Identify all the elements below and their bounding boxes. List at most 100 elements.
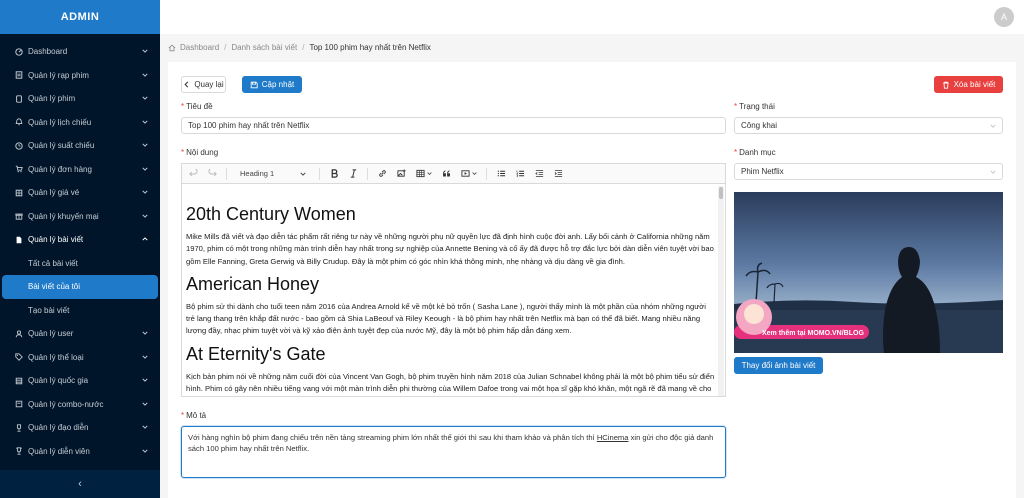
post-edit-card: Quay lại Cập nhật Xóa bài viết * Tiêu đề … (168, 62, 1016, 498)
sidebar-item-label: Quản lý combo-nước (28, 399, 104, 409)
category-label: * Danh mục (734, 148, 776, 157)
numbered-list-icon[interactable] (515, 169, 525, 179)
chevron-left-icon (184, 81, 189, 88)
indent-icon[interactable] (553, 169, 563, 179)
cinema-icon (15, 71, 23, 79)
toolbar-divider (319, 167, 320, 180)
sidebar-item-showtimes[interactable]: Quản lý suất chiếu (0, 134, 160, 158)
dashboard-icon (15, 48, 23, 56)
sidebar-item-actors[interactable]: Quản lý diễn viên (0, 440, 160, 464)
breadcrumb: Dashboard / Danh sách bài viết / Top 100… (168, 43, 431, 52)
sidebar-subitem-my-posts[interactable]: Bài viết của tôi (2, 275, 158, 299)
table-icon[interactable] (415, 169, 425, 179)
bold-icon[interactable] (329, 169, 339, 179)
sidebar-item-label: Quản lý giá vé (28, 188, 80, 198)
editor-toolbar: Heading 1 (182, 164, 725, 184)
description-brand: HCinema (596, 433, 629, 442)
sidebar-item-label: Quản lý rạp phim (28, 70, 89, 80)
sidebar-item-prices[interactable]: Quản lý giá vé (0, 181, 160, 205)
description-label: * Mô tả (181, 411, 207, 420)
sidebar-collapse-button[interactable]: ‹ (0, 470, 160, 498)
breadcrumb-separator: / (302, 43, 305, 52)
sidebar-item-combos[interactable]: Quản lý combo-nước (0, 393, 160, 417)
chevron-down-icon[interactable] (427, 171, 432, 176)
sidebar-menu: Dashboard Quản lý rạp phim Quản lý phim … (0, 34, 160, 463)
scrollbar-thumb[interactable] (719, 187, 723, 199)
chevron-down-icon (142, 355, 148, 359)
redo-icon[interactable] (207, 169, 217, 179)
description-text: Với hàng nghìn bộ phim đang chiếu trên n… (188, 433, 597, 442)
update-button-label: Cập nhật (261, 80, 295, 89)
sidebar-item-label: Quản lý phim (28, 94, 76, 104)
sidebar-item-posts[interactable]: Quản lý bài viết (0, 228, 160, 252)
content-paragraph: Mike Mills đã viết và đạo diễn tác phẩm … (186, 232, 714, 266)
sidebar-item-orders[interactable]: Quản lý đơn hàng (0, 158, 160, 182)
chevron-left-icon: ‹ (78, 478, 82, 490)
breadcrumb-home[interactable]: Dashboard (180, 43, 219, 52)
sidebar-item-promotions[interactable]: Quản lý khuyến mại (0, 205, 160, 229)
editor-scrollbar[interactable] (718, 186, 724, 396)
chevron-down-icon (142, 167, 148, 171)
update-button[interactable]: Cập nhật (242, 76, 302, 93)
sidebar-item-dashboard[interactable]: Dashboard (0, 40, 160, 64)
media-embed-icon[interactable] (460, 169, 470, 179)
quote-icon[interactable] (441, 169, 451, 179)
chevron-down-icon (300, 172, 306, 176)
heading-select[interactable]: Heading 1 (236, 169, 310, 178)
tag-icon (15, 353, 23, 362)
sidebar-item-cinemas[interactable]: Quản lý rạp phim (0, 64, 160, 88)
status-select[interactable]: Công khai (734, 117, 1003, 134)
sidebar-item-label: Quản lý bài viết (28, 235, 84, 245)
chevron-down-icon (142, 143, 148, 147)
ticket-icon (15, 189, 23, 197)
brand-logo[interactable]: ADMIN (0, 0, 160, 34)
sidebar-item-label: Quản lý quốc gia (28, 376, 89, 386)
combo-icon (15, 400, 23, 408)
breadcrumb-separator: / (224, 43, 227, 52)
change-image-button[interactable]: Thay đổi ảnh bài viết (734, 357, 823, 374)
sidebar-item-label: Quản lý diễn viên (28, 446, 90, 456)
title-field[interactable]: Top 100 phim hay nhất trên Netflix (181, 117, 726, 134)
sidebar-item-users[interactable]: Quản lý user (0, 322, 160, 346)
sidebar-item-genres[interactable]: Quản lý thể loại (0, 346, 160, 370)
content-editor[interactable]: Heading 1 20th Century Women Mike Mills … (181, 163, 726, 397)
insert-image-icon[interactable] (396, 169, 406, 179)
back-button[interactable]: Quay lại (181, 76, 226, 93)
content-label: * Nội dung (181, 148, 219, 157)
content-paragraph: Kịch bản phim nói về những năm cuối đời … (186, 371, 715, 394)
content-heading: American Honey (186, 273, 320, 294)
sidebar-item-films[interactable]: Quản lý phim (0, 87, 160, 111)
sidebar-item-label: Quản lý suất chiếu (28, 141, 95, 151)
undo-icon[interactable] (188, 169, 198, 179)
schedule-icon (15, 118, 23, 126)
back-button-label: Quay lại (194, 80, 224, 89)
italic-icon[interactable] (348, 169, 358, 179)
sidebar-item-directors[interactable]: Quản lý đạo diễn (0, 416, 160, 440)
topbar: A (160, 0, 1024, 34)
clock-icon (15, 142, 23, 150)
title-label: * Tiêu đề (181, 102, 213, 111)
chevron-down-icon (142, 331, 148, 335)
delete-post-button[interactable]: Xóa bài viết (934, 76, 1003, 93)
chevron-down-icon (142, 402, 148, 406)
sidebar-subitem-all-posts[interactable]: Tất cả bài viết (0, 252, 160, 276)
chevron-down-icon (990, 124, 996, 128)
chevron-down-icon (142, 378, 148, 382)
content-heading: 20th Century Women (186, 204, 356, 224)
chevron-up-icon (142, 237, 148, 241)
editor-content[interactable]: 20th Century Women Mike Mills đã viết và… (186, 186, 715, 396)
sidebar-subitem-create-post[interactable]: Tạo bài viết (0, 299, 160, 323)
post-thumbnail-image: Xem thêm tại MOMO.VN/BLOG (734, 192, 1003, 353)
bulleted-list-icon[interactable] (496, 169, 506, 179)
sidebar-item-countries[interactable]: Quản lý quốc gia (0, 369, 160, 393)
avatar[interactable]: A (994, 7, 1014, 27)
breadcrumb-post-list[interactable]: Danh sách bài viết (231, 43, 297, 52)
outdent-icon[interactable] (534, 169, 544, 179)
trophy-icon (15, 447, 23, 455)
user-icon (15, 330, 23, 338)
category-select[interactable]: Phim Netflix (734, 163, 1003, 180)
link-icon[interactable] (377, 169, 387, 179)
sidebar-item-schedules[interactable]: Quản lý lịch chiếu (0, 111, 160, 135)
description-field[interactable]: Với hàng nghìn bộ phim đang chiếu trên n… (181, 426, 726, 478)
chevron-down-icon[interactable] (472, 171, 477, 176)
